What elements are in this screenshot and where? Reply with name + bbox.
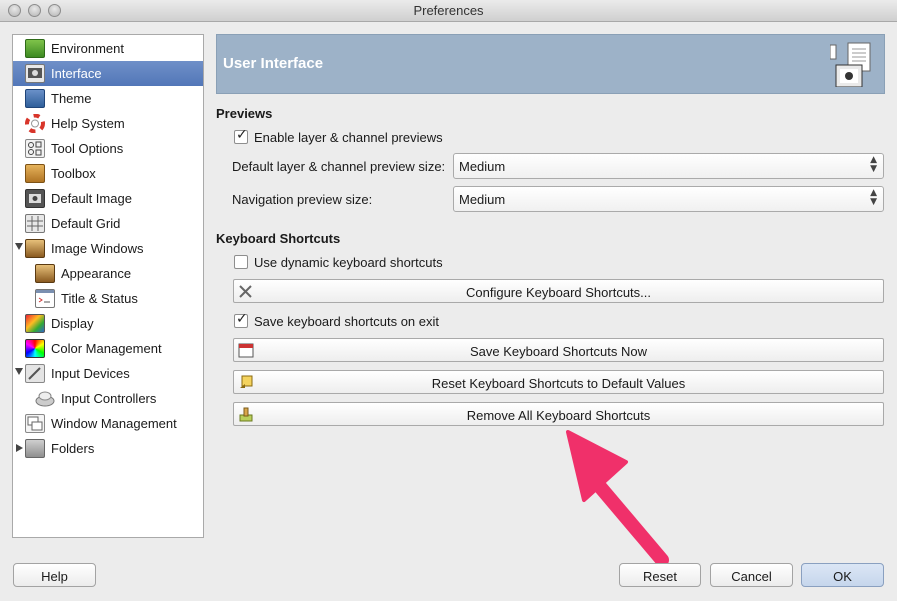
sidebar-item-label: Input Devices	[51, 366, 130, 381]
checkmark-icon: ✓	[236, 311, 248, 327]
preview-size-value: Medium	[459, 159, 506, 174]
help-system-icon	[25, 113, 45, 134]
preferences-category-list: Environment Interface Theme Help System …	[12, 34, 204, 538]
configure-shortcuts-label: Configure Keyboard Shortcuts...	[466, 285, 651, 300]
save-on-exit-checkbox[interactable]: ✓	[234, 311, 248, 328]
reset-shortcuts-button[interactable]: Reset Keyboard Shortcuts to Default Valu…	[233, 370, 884, 394]
dynamic-shortcuts-label: Use dynamic keyboard shortcuts	[254, 255, 443, 270]
image-windows-icon	[25, 239, 45, 258]
display-icon	[25, 314, 45, 333]
sidebar-item-theme[interactable]: Theme	[13, 86, 203, 111]
tool-options-icon	[25, 139, 45, 158]
sidebar-item-display[interactable]: Display	[13, 311, 203, 336]
nav-preview-size-select[interactable]: Medium ▲ ▼	[453, 186, 884, 212]
sidebar-item-label: Environment	[51, 41, 124, 56]
sidebar-item-label: Interface	[51, 66, 102, 81]
enable-previews-checkbox[interactable]: ✓	[234, 127, 248, 144]
input-controllers-icon	[35, 389, 55, 408]
nav-preview-size-label: Navigation preview size:	[232, 192, 373, 207]
folders-icon	[25, 439, 45, 458]
sidebar-item-label: Appearance	[61, 266, 132, 281]
sidebar-item-folders[interactable]: Folders	[13, 436, 203, 461]
sidebar-item-label: Image Windows	[51, 241, 144, 256]
help-button[interactable]: Help	[13, 563, 96, 587]
input-devices-icon	[25, 364, 45, 383]
ok-button-label: OK	[833, 569, 852, 584]
collapse-triangle-icon[interactable]	[16, 444, 23, 452]
save-shortcuts-now-label: Save Keyboard Shortcuts Now	[469, 344, 648, 359]
enable-previews-label: Enable layer & channel previews	[254, 130, 443, 145]
sidebar-item-label: Help System	[51, 116, 125, 131]
select-arrows-icon: ▲ ▼	[870, 188, 877, 207]
sidebar-item-label: Display	[51, 316, 94, 331]
color-management-icon	[25, 339, 45, 358]
preview-size-label: Default layer & channel preview size:	[232, 159, 446, 174]
sidebar-item-title-status[interactable]: Title & Status	[13, 286, 203, 311]
toolbox-icon	[25, 164, 45, 183]
sidebar-item-tool-options[interactable]: Tool Options	[13, 136, 203, 161]
sidebar-item-default-image[interactable]: Default Image	[13, 186, 203, 211]
remove-all-shortcuts-label: Remove All Keyboard Shortcuts	[466, 408, 651, 423]
reset-button-label: Reset	[643, 569, 677, 584]
checkmark-icon: ✓	[236, 127, 248, 143]
window-title: Preferences	[413, 3, 484, 18]
sidebar-item-label: Color Management	[51, 341, 162, 356]
sidebar-item-input-controllers[interactable]: Input Controllers	[13, 386, 203, 411]
title-bar: Preferences	[0, 0, 897, 22]
default-grid-icon	[25, 214, 45, 233]
sidebar-item-label: Toolbox	[51, 166, 96, 181]
sidebar-item-interface[interactable]: Interface	[13, 61, 203, 86]
sidebar-item-help-system[interactable]: Help System	[13, 111, 203, 136]
preview-size-select[interactable]: Medium ▲ ▼	[453, 153, 884, 179]
reset-button[interactable]: Reset	[619, 563, 701, 587]
theme-icon	[25, 89, 45, 108]
environment-icon	[25, 39, 45, 58]
ok-button[interactable]: OK	[801, 563, 884, 587]
sidebar-item-environment[interactable]: Environment	[13, 36, 203, 61]
sidebar-item-color-management[interactable]: Color Management	[13, 336, 203, 361]
help-button-label: Help	[41, 569, 68, 584]
sidebar-item-appearance[interactable]: Appearance	[13, 261, 203, 286]
window-management-icon	[25, 414, 45, 433]
select-arrows-icon: ▲ ▼	[870, 155, 877, 174]
interface-icon	[25, 64, 45, 83]
preferences-window: Preferences Environment Interface Theme …	[0, 0, 897, 601]
remove-all-shortcuts-button[interactable]: Remove All Keyboard Shortcuts	[233, 402, 884, 426]
save-on-exit-label: Save keyboard shortcuts on exit	[254, 314, 439, 329]
annotation-arrow-icon	[566, 430, 669, 567]
sidebar-item-label: Title & Status	[61, 291, 138, 306]
nav-preview-size-value: Medium	[459, 192, 506, 207]
expand-triangle-icon[interactable]	[15, 368, 23, 375]
keyboard-shortcuts-section-title: Keyboard Shortcuts	[216, 231, 341, 246]
sidebar-item-label: Default Image	[51, 191, 132, 206]
default-image-icon	[25, 189, 45, 208]
page-header: User Interface	[216, 34, 885, 94]
sidebar-item-toolbox[interactable]: Toolbox	[13, 161, 203, 186]
sidebar-item-label: Theme	[51, 91, 92, 106]
sidebar-item-label: Window Management	[51, 416, 177, 431]
sidebar-item-label: Folders	[51, 441, 95, 456]
sidebar-item-label: Default Grid	[51, 216, 121, 231]
cancel-button[interactable]: Cancel	[710, 563, 793, 587]
sidebar-item-image-windows[interactable]: Image Windows	[13, 236, 203, 261]
sidebar-item-window-management[interactable]: Window Management	[13, 411, 203, 436]
dynamic-shortcuts-checkbox[interactable]	[234, 255, 248, 269]
sidebar-item-label: Input Controllers	[61, 391, 157, 406]
cancel-button-label: Cancel	[731, 569, 772, 584]
configure-shortcuts-button[interactable]: Configure Keyboard Shortcuts...	[233, 279, 884, 303]
sidebar-item-label: Tool Options	[51, 141, 124, 156]
title-status-icon	[35, 289, 55, 308]
save-shortcuts-now-button[interactable]: Save Keyboard Shortcuts Now	[233, 338, 884, 362]
expand-triangle-icon[interactable]	[15, 243, 23, 250]
previews-section-title: Previews	[216, 106, 273, 121]
sidebar-item-default-grid[interactable]: Default Grid	[13, 211, 203, 236]
sidebar-item-input-devices[interactable]: Input Devices	[13, 361, 203, 386]
reset-shortcuts-label: Reset Keyboard Shortcuts to Default Valu…	[431, 376, 686, 391]
appearance-icon	[35, 264, 55, 283]
page-title: User Interface	[223, 55, 324, 72]
interface-header-icon	[829, 41, 872, 88]
